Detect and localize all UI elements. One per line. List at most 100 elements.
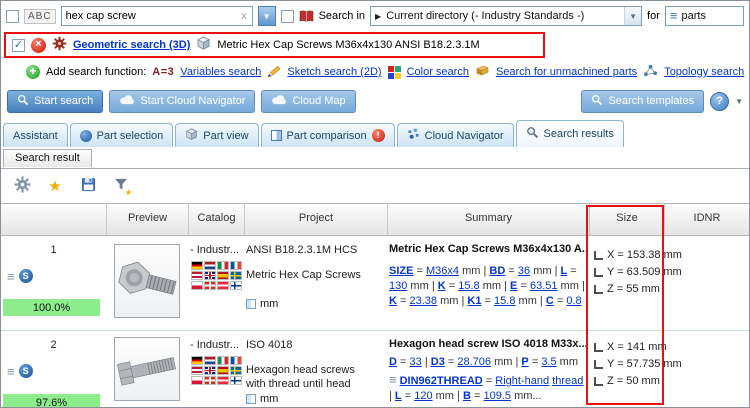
tab-label: Part comparison [287,130,367,142]
geometric-search-description: Metric Hex Cap Screws M36x4x130 ANSI B18… [217,39,479,51]
tab-part-view[interactable]: Part view [175,123,258,147]
project-cell: ISO 4018 Hexagon head screws with thread… [244,331,387,408]
project-name: ANSI B18.2.3.1M HCS [246,244,383,256]
header-idnr[interactable]: IDNR [664,204,749,235]
results-table: Preview Catalog Project Summary Size IDN… [1,203,749,407]
partsolutions-window: ABC x ▼ Search in ▶ Current directory (-… [0,0,750,408]
directory-select[interactable]: ▶ Current directory (- Industry Standard… [370,6,642,26]
result-index: 1 [1,244,106,256]
cloud-map-label: Cloud Map [292,95,345,107]
list-icon[interactable]: ≡ [7,366,15,377]
part-preview-image[interactable] [114,244,180,318]
supplier-icon[interactable]: S [19,269,33,283]
add-search-function-label: Add search function: [46,66,146,78]
header-catalog[interactable]: Catalog [188,204,244,235]
project-cell: ANSI B18.2.3.1M HCS Metric Hex Cap Screw… [244,236,387,330]
start-search-label: Start search [34,95,93,107]
tab-assistant[interactable]: Assistant [3,123,68,147]
summary-cell: Metric Hex Cap Screws M36x4x130 A... SIZ… [387,236,589,330]
list-icon: ≡ [670,11,678,21]
add-icon[interactable]: + [26,65,40,79]
cloud-navigator-icon [407,128,420,143]
unmachined-parts-icon [475,64,490,80]
tab-part-selection[interactable]: Part selection [70,123,174,147]
tab-label: Cloud Navigator [425,130,504,142]
axis-x-icon [594,343,603,352]
spellcheck-checkbox[interactable] [6,10,19,23]
preview-cell [106,331,188,408]
catalog-cell: - Industr... [188,331,244,408]
search-templates-button[interactable]: Search templates [581,90,704,113]
search-history-button[interactable]: ▼ [258,6,276,26]
favorites-button[interactable]: ★ [43,175,67,197]
result-row-1[interactable]: 1 ≡ S 100.0% [1,236,749,331]
tab-part-comparison[interactable]: Part comparison ! [261,123,395,147]
header-preview[interactable]: Preview [106,204,188,235]
supplier-icon[interactable]: S [19,364,33,378]
save-icon [81,177,96,195]
geometric-search-checkbox[interactable]: ✓ [12,39,25,52]
catalog-cell: - Industr... [188,236,244,330]
result-index: 2 [1,339,106,351]
tab-search-results[interactable]: Search results [516,120,624,147]
add-search-function-row: + Add search function: A=3 Variables sea… [1,59,749,85]
sketch-icon [267,64,281,81]
sketch-search-link[interactable]: Sketch search (2D) [287,66,381,78]
expand-arrow-icon: ▶ [375,12,381,21]
save-search-button[interactable] [76,175,100,197]
remove-search-icon[interactable]: × [31,38,46,53]
match-percentage: 97.6% [3,394,100,408]
main-tabs: Assistant Part selection Part view Part … [1,117,749,147]
part-view-icon [185,128,198,144]
list-icon[interactable]: ≡ [389,372,397,387]
filter-button[interactable]: ★ [109,175,133,197]
star-icon: ★ [48,179,61,194]
topology-search-link[interactable]: Topology search [664,66,744,78]
header-blank [1,204,106,235]
color-search-link[interactable]: Color search [407,66,469,78]
clear-search-icon[interactable]: x [236,10,252,22]
idnr-cell [664,331,749,408]
option-checkbox[interactable] [281,10,294,23]
alert-icon: ! [372,129,385,142]
part-preview-image[interactable] [114,337,180,401]
summary-parameters-2[interactable]: ≡DIN962THREAD = Right-hand thread | L = … [389,374,585,404]
search-templates-label: Search templates [608,95,694,107]
start-cloud-navigator-button[interactable]: Start Cloud Navigator [109,90,255,113]
size-z: Z = 55 mm [607,283,660,295]
results-settings-button[interactable] [10,175,34,197]
geometric-search-icon [52,36,67,54]
unmachined-parts-search-link[interactable]: Search for unmachined parts [496,66,637,78]
chevron-down-icon[interactable]: ▼ [624,7,641,25]
tab-cloud-navigator[interactable]: Cloud Navigator [397,123,514,147]
list-icon[interactable]: ≡ [7,271,15,282]
cloud-map-button[interactable]: Cloud Map [261,90,355,113]
search-result-subtab[interactable]: Search result [3,149,92,167]
project-description: Hexagon head screws with thread until he… [246,363,377,391]
gear-icon [14,176,31,196]
start-cloud-navigator-label: Start Cloud Navigator [140,95,245,107]
size-cell: X = 141 mm Y = 57.735 mm Z = 50 mm [589,331,664,408]
topology-icon [643,64,658,80]
tab-label: Part view [203,130,248,142]
catalog-flags [191,356,242,385]
chevron-down-icon[interactable]: ▼ [735,97,743,106]
chevron-down-icon: ▼ [263,12,271,21]
start-search-button[interactable]: Start search [7,90,103,113]
unit-icon [246,394,256,404]
unit-label: mm [260,393,278,405]
header-summary[interactable]: Summary [387,204,589,235]
search-input[interactable] [62,10,237,22]
geometric-search-link[interactable]: Geometric search (3D) [73,39,190,51]
summary-parameters[interactable]: D = 33 | D3 = 28.706 mm | P = 3.5 mm [389,355,585,370]
header-size[interactable]: Size [589,204,664,235]
help-button[interactable]: ? [710,92,729,111]
idnr-cell [664,236,749,330]
summary-parameters[interactable]: SIZE = M36x4 mm | BD = 36 mm | L = 130 m… [389,264,585,309]
size-cell: X = 153.38 mm Y = 63.509 mm Z = 55 mm [589,236,664,330]
variables-search-link[interactable]: Variables search [180,66,261,78]
scope-select[interactable]: ≡ parts [665,6,744,26]
header-project[interactable]: Project [244,204,387,235]
result-row-2[interactable]: 2 ≡ S 97.6% [1,331,749,408]
dictionary-icon[interactable] [299,10,314,23]
